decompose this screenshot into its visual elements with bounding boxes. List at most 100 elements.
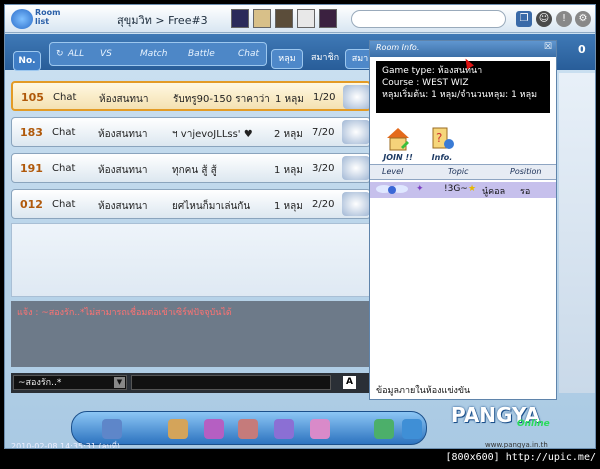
avatar[interactable] xyxy=(275,9,293,28)
room-list-empty-area xyxy=(11,223,371,297)
pangya-logo: PANGYA Online xyxy=(451,399,561,435)
room-title: ทุกคน สู้ สู้ xyxy=(172,165,217,176)
friends-icon[interactable]: ☺ xyxy=(536,11,552,27)
cards-icon[interactable] xyxy=(238,419,258,439)
tab-vs[interactable]: VS xyxy=(100,45,112,63)
room-holes: 1 หลุม xyxy=(274,201,303,212)
room-info-panel: Room Info. ☒ Game type: ห้องสนทนา Course… xyxy=(369,40,557,400)
room-holes: 2 หลุม xyxy=(274,129,303,140)
chat-input[interactable] xyxy=(131,375,331,390)
character-icon: ✦ xyxy=(416,184,424,194)
info-button[interactable]: ? Info. xyxy=(422,125,462,162)
room-players: 3/20 xyxy=(312,163,335,174)
tab-battle[interactable]: Battle xyxy=(188,45,215,63)
room-info-title: Room Info. xyxy=(376,43,420,52)
info-icon: ? xyxy=(429,125,455,153)
player-topic: !3G~ xyxy=(444,184,468,194)
refresh-icon[interactable]: ↻ xyxy=(56,45,64,63)
level-wings-icon xyxy=(376,183,408,200)
player-table-header: Level Topic Position xyxy=(370,164,556,180)
game-window: Room list สุขุมวิท > Free#3 ❐ ☺ ! ⚙ No. … xyxy=(4,4,596,449)
room-description: Game type: ห้องสนทนา Course : WEST WIZ ห… xyxy=(376,61,550,113)
search-input[interactable] xyxy=(351,10,506,28)
sort-hole-button[interactable]: หลุม xyxy=(271,49,303,69)
room-info-header: Room Info. ☒ xyxy=(370,41,556,57)
hole-info: หลุมเริ่มต้น: 1 หลุม/จำนวนหลุม: 1 หลุม xyxy=(382,90,538,100)
room-players: 7/20 xyxy=(312,127,335,138)
close-icon[interactable]: ☒ xyxy=(544,42,552,52)
shop-icon[interactable] xyxy=(204,419,224,439)
room-players: 1/20 xyxy=(313,92,336,103)
join-button[interactable]: JOIN !! xyxy=(378,125,418,162)
room-mode: Chat xyxy=(52,199,76,210)
col-level: Level xyxy=(382,167,404,176)
chevron-down-icon[interactable]: ▼ xyxy=(114,377,125,388)
room-row[interactable]: 191 Chat ห้องสนทนา ทุกคน สู้ สู้ 1 หลุม … xyxy=(11,153,371,183)
bottom-dock xyxy=(71,411,427,445)
locker-icon[interactable] xyxy=(274,419,294,439)
sort-member-label[interactable]: สมาชิก xyxy=(311,50,339,64)
room-type: ห้องสนทนา xyxy=(99,94,149,105)
timestamp: 2010-02-08 14:35:31 (ลบที่) xyxy=(11,442,121,449)
star-icon: ★ xyxy=(468,184,477,194)
house-icon[interactable] xyxy=(374,419,394,439)
chat-target-value: ~สองรัก..* xyxy=(18,378,62,388)
avatar[interactable] xyxy=(231,9,249,28)
font-button[interactable]: A xyxy=(343,376,356,389)
room-number: 105 xyxy=(21,91,44,104)
alert-icon[interactable]: ! xyxy=(556,11,572,27)
avatar[interactable] xyxy=(297,9,315,28)
course-name: Course : WEST WIZ xyxy=(382,78,469,88)
room-list-label: Room list xyxy=(35,8,61,26)
room-type: ห้องสนทนา xyxy=(98,129,148,140)
svg-text:?: ? xyxy=(436,131,442,145)
mode-tabs: ↻ ALL VS Match Battle Chat xyxy=(49,42,267,66)
top-bar: Room list สุขุมวิท > Free#3 ❐ ☺ ! ⚙ xyxy=(5,5,595,33)
house-icon xyxy=(385,125,411,153)
room-mode: Chat xyxy=(52,127,76,138)
course-thumbnail xyxy=(342,192,370,216)
room-row[interactable]: 012 Chat ห้องสนทนา ยศไหนก็มาเล่นกัน 1 หล… xyxy=(11,189,371,219)
chat-bar: ~สองรัก..* ▼ A xyxy=(11,373,371,393)
room-mode: Chat xyxy=(52,163,76,174)
map-icon[interactable] xyxy=(168,419,188,439)
course-thumbnail xyxy=(343,85,371,109)
puzzle-icon[interactable] xyxy=(310,419,330,439)
room-info-footer: ข้อมูลภายในห้องแข่งขัน xyxy=(376,386,471,396)
room-row[interactable]: 183 Chat ห้องสนทนา ฯ vาjevoJLLss' ♥ 2 หล… xyxy=(11,117,371,147)
site-url: www.pangya.in.th xyxy=(485,441,548,449)
avatar[interactable] xyxy=(319,9,337,28)
info-label: Info. xyxy=(431,153,453,162)
col-position: Position xyxy=(510,167,542,176)
course-thumbnail xyxy=(342,120,370,144)
tab-chat[interactable]: Chat xyxy=(238,45,259,63)
room-mode: Chat xyxy=(53,92,77,103)
join-label: JOIN !! xyxy=(383,153,413,162)
player-position: รอ xyxy=(520,187,531,197)
room-number: 012 xyxy=(20,198,43,211)
tab-match[interactable]: Match xyxy=(140,45,167,63)
room-holes: 1 หลุม xyxy=(275,94,304,105)
system-message: แจ้ง : ~สองรัก..*ไม่สามารถเชื่อมต่อเข้าเ… xyxy=(17,308,232,318)
breadcrumb: สุขุมวิท > Free#3 xyxy=(117,14,208,27)
room-players: 2/20 xyxy=(312,199,335,210)
player-row[interactable]: ✦ !3G~ ★ นู๋คอล รอ xyxy=(370,182,556,198)
lobby-user-panel xyxy=(559,73,595,393)
sort-number-button[interactable]: No. xyxy=(13,51,41,71)
exit-icon[interactable] xyxy=(102,419,122,439)
logo-subtext: Online xyxy=(517,419,550,429)
room-row[interactable]: 105 Chat ห้องสนทนา รับทรู90-150 ราคาว่า … xyxy=(11,81,371,111)
chat-log: แจ้ง : ~สองรัก..*ไม่สามารถเชื่อมต่อเข้าเ… xyxy=(11,301,371,367)
chat-target-select[interactable]: ~สองรัก..* ▼ xyxy=(13,375,127,390)
room-type: ห้องสนทนา xyxy=(98,201,148,212)
avatar[interactable] xyxy=(253,9,271,28)
tab-all[interactable]: ALL xyxy=(68,45,84,63)
game-type: Game type: ห้องสนทนา xyxy=(382,66,483,76)
room-title: รับทรู90-150 ราคาว่า xyxy=(173,94,270,105)
window-icon[interactable]: ❐ xyxy=(516,11,532,27)
room-title: ยศไหนก็มาเล่นกัน xyxy=(172,201,251,212)
mail-icon[interactable] xyxy=(402,419,422,439)
room-number: 191 xyxy=(20,162,43,175)
gear-icon[interactable]: ⚙ xyxy=(575,11,591,27)
col-topic: Topic xyxy=(448,167,469,176)
